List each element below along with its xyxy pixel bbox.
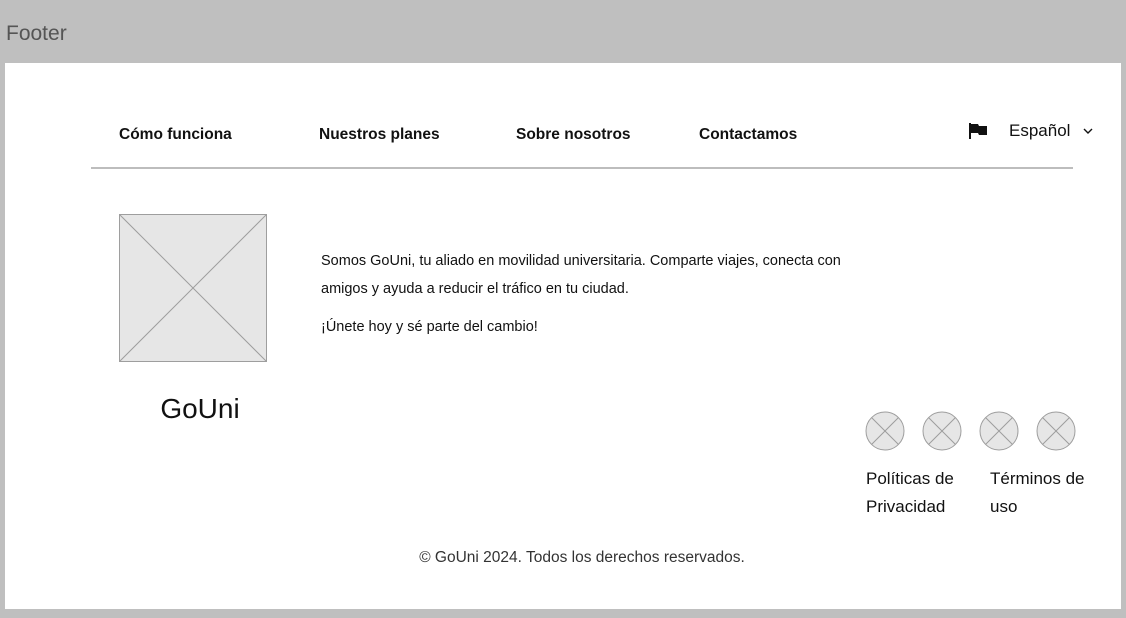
social-icon-3[interactable] xyxy=(979,411,1019,451)
chevron-down-icon xyxy=(1083,128,1093,134)
footer: Cómo funciona Nuestros planes Sobre noso… xyxy=(5,63,1121,609)
brand-cta: ¡Únete hoy y sé parte del cambio! xyxy=(321,319,538,335)
flag-icon xyxy=(969,123,987,139)
frame-label: Footer xyxy=(6,22,67,45)
nav-divider xyxy=(91,167,1073,169)
terms-of-use-link[interactable]: Términos de uso xyxy=(990,465,1095,521)
social-icon-2[interactable] xyxy=(922,411,962,451)
nav-link-nuestros-planes[interactable]: Nuestros planes xyxy=(319,126,440,144)
social-icon-4[interactable] xyxy=(1036,411,1076,451)
brand-name: GoUni xyxy=(160,393,240,424)
nav-link-contactamos[interactable]: Contactamos xyxy=(699,126,797,144)
logo-image-placeholder xyxy=(119,214,267,362)
brand-description: Somos GoUni, tu aliado en movilidad univ… xyxy=(321,253,841,297)
social-icon-1[interactable] xyxy=(865,411,905,451)
language-label: Español xyxy=(1009,121,1071,140)
nav-link-como-funciona[interactable]: Cómo funciona xyxy=(119,126,232,144)
nav-link-sobre-nosotros[interactable]: Sobre nosotros xyxy=(516,126,631,144)
privacy-policy-link[interactable]: Políticas de Privacidad xyxy=(866,465,966,521)
copyright-text: © GoUni 2024. Todos los derechos reserva… xyxy=(419,549,745,566)
language-selector[interactable]: Español xyxy=(968,119,1094,143)
